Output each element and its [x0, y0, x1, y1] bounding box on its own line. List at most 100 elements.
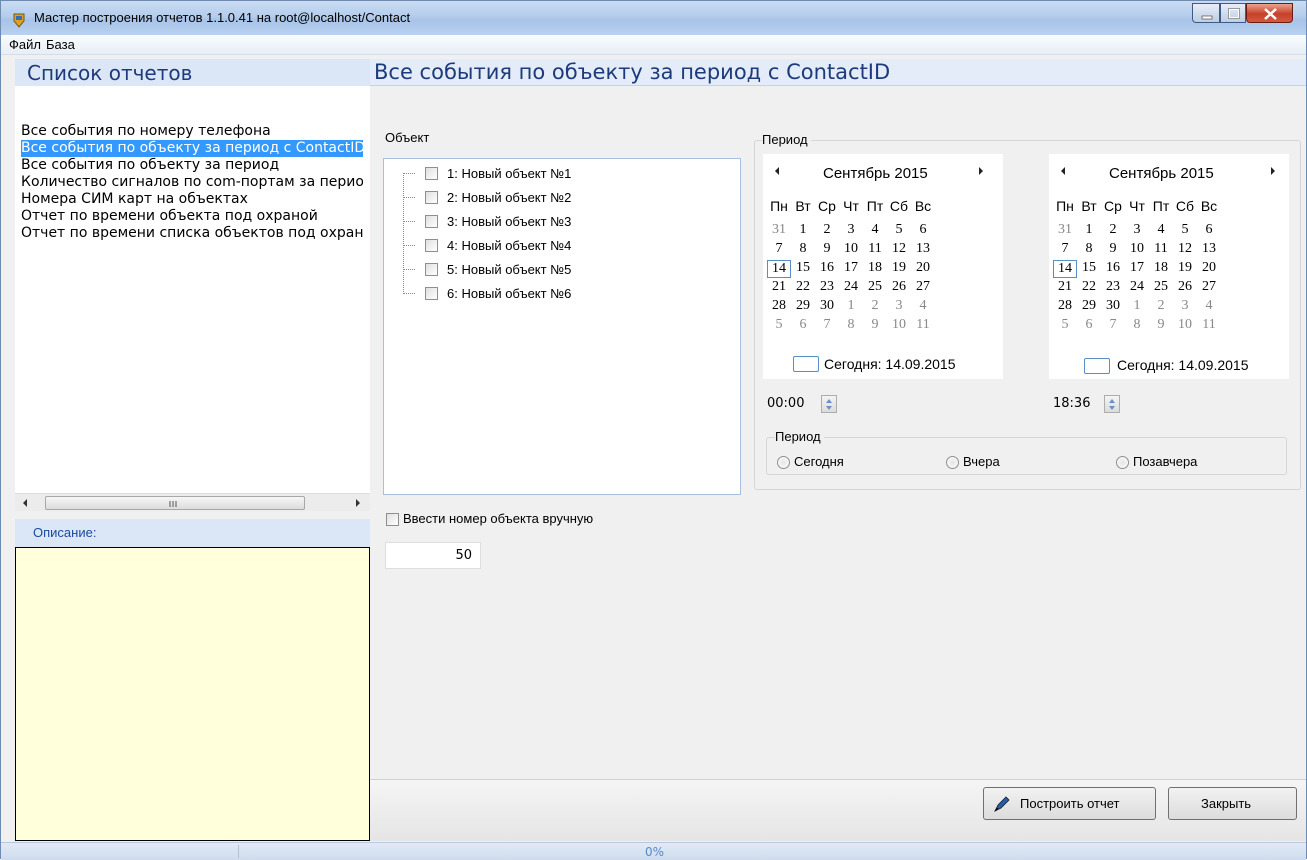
calendar-day[interactable]: 19 [887, 260, 911, 276]
calendar-day[interactable]: 8 [1125, 317, 1149, 333]
calendar-day[interactable]: 5 [767, 317, 791, 333]
calendar-day[interactable]: 6 [1077, 317, 1101, 333]
calendar-day[interactable]: 4 [1149, 222, 1173, 238]
calendar-day[interactable]: 1 [839, 298, 863, 314]
calendar-day[interactable]: 30 [1101, 298, 1125, 314]
calendar-day[interactable]: 2 [863, 298, 887, 314]
object-label[interactable]: 1: Новый объект №1 [447, 166, 571, 181]
next-month-icon[interactable] [977, 166, 985, 176]
range-day-before-label[interactable]: Позавчера [1133, 454, 1197, 469]
object-label[interactable]: 4: Новый объект №4 [447, 238, 571, 253]
report-item[interactable]: Отчет по времени объекта под охраной [21, 208, 363, 225]
maximize-button[interactable] [1220, 3, 1246, 23]
calendar-day[interactable]: 2 [1149, 298, 1173, 314]
calendar-day[interactable]: 24 [1125, 279, 1149, 295]
calendar-day[interactable]: 22 [791, 279, 815, 295]
calendar-day[interactable]: 28 [767, 298, 791, 314]
calendar-day[interactable]: 27 [911, 279, 935, 295]
calendar-day[interactable]: 11 [863, 241, 887, 257]
calendar-day[interactable]: 4 [911, 298, 935, 314]
calendar-day[interactable]: 29 [791, 298, 815, 314]
calendar-day[interactable]: 3 [1125, 222, 1149, 238]
calendar-day[interactable]: 29 [1077, 298, 1101, 314]
range-yesterday-label[interactable]: Вчера [963, 454, 1000, 469]
title-bar[interactable]: Мастер построения отчетов 1.1.0.41 на ro… [1, 1, 1306, 35]
range-day-before-radio[interactable] [1116, 456, 1129, 469]
calendar-day[interactable]: 8 [1077, 241, 1101, 257]
calendar-day[interactable]: 22 [1077, 279, 1101, 295]
calendar-day[interactable]: 17 [839, 260, 863, 276]
prev-month-icon[interactable] [773, 166, 781, 176]
calendar-day[interactable]: 1 [791, 222, 815, 238]
calendar-day[interactable]: 15 [791, 260, 815, 276]
report-item[interactable]: Номера СИМ карт на объектах [21, 191, 363, 208]
today-label[interactable]: Сегодня: 14.09.2015 [1117, 357, 1249, 373]
calendar-day[interactable]: 12 [1173, 241, 1197, 257]
calendar-day[interactable]: 4 [863, 222, 887, 238]
object-tree[interactable]: 1: Новый объект №1 2: Новый объект №2 3:… [383, 158, 741, 495]
report-item[interactable]: Все события по объекту за период [21, 157, 363, 174]
calendar-day[interactable]: 21 [1053, 279, 1077, 295]
calendar-day[interactable]: 9 [1149, 317, 1173, 333]
calendar-from[interactable]: Сентябрь 2015 Пн Вт Ср Чт Пт Сб Вс 31 1 2 3 4 5 6 7 8 9 1… [763, 154, 1003, 379]
calendar-day[interactable]: 11 [911, 317, 935, 333]
minimize-button[interactable] [1192, 3, 1220, 23]
calendar-day[interactable]: 11 [1149, 241, 1173, 257]
calendar-day[interactable]: 26 [1173, 279, 1197, 295]
calendar-day[interactable]: 10 [887, 317, 911, 333]
time-from-value[interactable]: 00:00 [767, 396, 804, 411]
calendar-day[interactable]: 7 [1101, 317, 1125, 333]
close-window-button[interactable] [1246, 3, 1293, 23]
calendar-day[interactable]: 20 [911, 260, 935, 276]
report-item[interactable]: Отчет по времени списка объектов под охр… [21, 225, 363, 242]
calendar-month-title[interactable]: Сентябрь 2015 [1109, 165, 1214, 182]
calendar-month-title[interactable]: Сентябрь 2015 [823, 165, 928, 182]
calendar-day[interactable]: 17 [1125, 260, 1149, 276]
calendar-day[interactable]: 3 [1173, 298, 1197, 314]
calendar-day[interactable]: 1 [1077, 222, 1101, 238]
calendar-day[interactable]: 13 [1197, 241, 1221, 257]
calendar-day[interactable]: 31 [767, 222, 791, 238]
prev-month-icon[interactable] [1059, 166, 1067, 176]
next-month-icon[interactable] [1269, 166, 1277, 176]
manual-object-checkbox[interactable] [386, 513, 399, 526]
calendar-day[interactable]: 15 [1077, 260, 1101, 276]
time-to-input[interactable]: 18:36 [1049, 393, 1133, 417]
calendar-day[interactable]: 27 [1197, 279, 1221, 295]
calendar-day[interactable]: 12 [887, 241, 911, 257]
menu-base[interactable]: База [46, 37, 75, 52]
object-label[interactable]: 6: Новый объект №6 [447, 286, 571, 301]
build-report-button[interactable]: Построить отчет [983, 787, 1156, 820]
calendar-day[interactable]: 16 [815, 260, 839, 276]
reports-list-scrollbar[interactable] [15, 493, 370, 511]
calendar-day[interactable]: 5 [887, 222, 911, 238]
calendar-day[interactable]: 9 [815, 241, 839, 257]
report-item-selected[interactable]: Все события по объекту за период с Conta… [21, 140, 363, 157]
calendar-day[interactable]: 2 [815, 222, 839, 238]
calendar-day[interactable]: 1 [1125, 298, 1149, 314]
calendar-day[interactable]: 6 [791, 317, 815, 333]
range-today-label[interactable]: Сегодня [794, 454, 844, 469]
object-checkbox[interactable] [425, 263, 438, 276]
calendar-day[interactable]: 8 [839, 317, 863, 333]
calendar-day[interactable]: 3 [839, 222, 863, 238]
object-checkbox[interactable] [425, 287, 438, 300]
calendar-day[interactable]: 11 [1197, 317, 1221, 333]
object-number-input[interactable]: 50 [385, 542, 481, 569]
calendar-day[interactable]: 14 [767, 260, 791, 278]
calendar-to[interactable]: Сентябрь 2015 Пн Вт Ср Чт Пт Сб Вс 31 1 2 3 4 5 6 7 8 9 1… [1049, 154, 1289, 379]
calendar-day[interactable]: 24 [839, 279, 863, 295]
calendar-day[interactable]: 20 [1197, 260, 1221, 276]
object-checkbox[interactable] [425, 167, 438, 180]
calendar-day[interactable]: 5 [1173, 222, 1197, 238]
object-label[interactable]: 5: Новый объект №5 [447, 262, 571, 277]
calendar-day[interactable]: 8 [791, 241, 815, 257]
calendar-day[interactable]: 28 [1053, 298, 1077, 314]
calendar-day[interactable]: 13 [911, 241, 935, 257]
calendar-day[interactable]: 31 [1053, 222, 1077, 238]
scrollbar-thumb[interactable] [45, 496, 305, 510]
report-item[interactable]: Все события по номеру телефона [21, 123, 363, 140]
time-to-value[interactable]: 18:36 [1053, 396, 1090, 411]
scroll-right-icon[interactable] [354, 498, 362, 508]
calendar-day[interactable]: 6 [1197, 222, 1221, 238]
